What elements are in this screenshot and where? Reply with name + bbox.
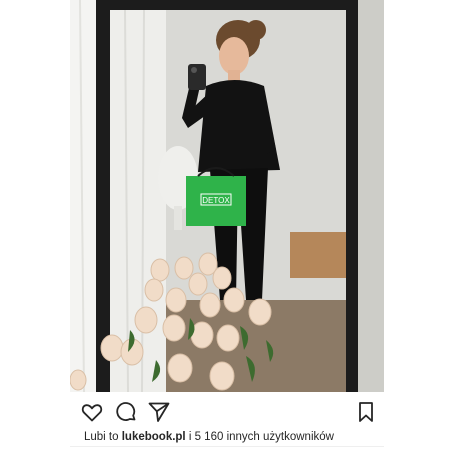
likes-suffix[interactable]: i 5 160 innych użytkowników <box>189 431 334 443</box>
divider <box>70 446 384 447</box>
heart-icon <box>81 404 103 422</box>
likes-prefix: Lubi to <box>84 431 119 443</box>
likes-summary: Lubi to lukebook.pl i 5 160 innych użytk… <box>84 431 384 443</box>
comment-button[interactable] <box>114 400 138 424</box>
bag-label: DETOX <box>202 196 230 205</box>
comment-icon <box>116 402 136 421</box>
like-button[interactable] <box>80 400 104 424</box>
save-button[interactable] <box>354 400 378 424</box>
share-button[interactable] <box>147 400 171 424</box>
instagram-post: DETOX Lubi to lukebook.pl i 5 160 innych… <box>0 0 450 450</box>
post-actions-bar <box>70 398 384 426</box>
send-icon <box>148 402 170 422</box>
mirror-selfie-illustration: DETOX <box>70 0 384 392</box>
post-photo[interactable]: DETOX <box>70 0 384 392</box>
bookmark-icon <box>359 402 373 422</box>
liked-by-user-link[interactable]: lukebook.pl <box>122 431 186 443</box>
